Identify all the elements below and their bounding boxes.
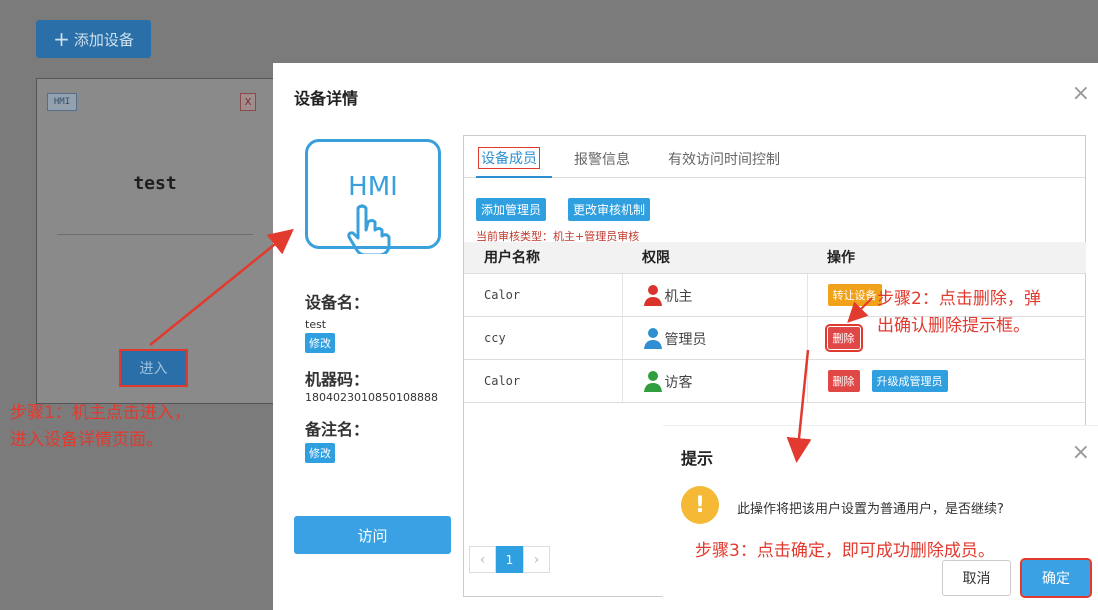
close-icon[interactable]: × [1072, 81, 1090, 106]
page-1-button[interactable]: 1 [496, 546, 523, 573]
machine-code-value: 1804023010850108888 [305, 391, 438, 404]
cancel-button[interactable]: 取消 [942, 560, 1011, 596]
step2-line1: 步骤2：点击删除，弹 [877, 289, 1041, 309]
step2-line2: 出确认删除提示框。 [877, 316, 1030, 336]
device-name-value: test [305, 318, 327, 331]
step2-annotation: 步骤2：点击删除，弹 出确认删除提示框。 [877, 286, 1091, 340]
close-icon[interactable]: × [1072, 440, 1090, 465]
next-page-button[interactable]: › [523, 546, 550, 573]
visit-button[interactable]: 访问 [294, 516, 451, 554]
machine-code-label: 机器码： [305, 370, 370, 389]
permission-cell: 管理员 [622, 316, 808, 360]
edit-remark-button[interactable]: 修改 [305, 443, 335, 463]
active-tab-indicator [476, 176, 552, 178]
header-operation: 操作 [807, 242, 1086, 274]
add-device-label: 添加设备 [73, 30, 134, 49]
step1-annotation: 步骤1：机主点击进入， 进入设备详情页面。 [10, 400, 191, 454]
username-cell: Calor [464, 273, 623, 317]
hmi-tag: HMI [47, 93, 77, 111]
permission-cell: 机主 [622, 273, 808, 317]
user-icon [643, 370, 662, 392]
pagination: ‹ 1 › [469, 546, 550, 573]
confirm-dialog: 提示 × ! 此操作将把该用户设置为普通用户，是否继续? 步骤3：点击确定，即可… [663, 425, 1098, 610]
remark-label: 备注名： [305, 420, 370, 439]
header-username: 用户名称 [464, 242, 622, 274]
username-cell: ccy [464, 316, 623, 360]
tab-access-time-control[interactable]: 有效访问时间控制 [668, 149, 780, 169]
delete-member-button[interactable]: 删除 [827, 369, 860, 392]
hmi-logo: HMI [305, 139, 441, 254]
confirm-button[interactable]: 确定 [1020, 558, 1092, 598]
hmi-logo-text: HMI [348, 172, 398, 202]
warning-icon: ! [681, 486, 719, 524]
add-device-button[interactable]: + 添加设备 [36, 20, 151, 58]
user-icon [643, 284, 662, 306]
device-card: HMI X test 进入 [36, 78, 274, 404]
dialog-title: 设备详情 [294, 89, 359, 108]
card-device-name: test [133, 173, 177, 194]
table-header-row: 用户名称 权限 操作 [464, 242, 1086, 274]
hand-pointer-icon [347, 204, 391, 254]
enter-button[interactable]: 进入 [119, 349, 188, 387]
username-cell: Calor [464, 359, 623, 403]
role-label: 机主 [664, 288, 693, 305]
plus-icon: + [53, 27, 70, 51]
add-admin-button[interactable]: 添加管理员 [476, 198, 547, 221]
upgrade-admin-button[interactable]: 升级成管理员 [871, 369, 948, 392]
header-permission: 权限 [622, 242, 807, 274]
operation-cell: 删除 升级成管理员 [807, 359, 1086, 403]
card-delete-button[interactable]: X [240, 93, 256, 111]
edit-name-button[interactable]: 修改 [305, 333, 335, 353]
step3-annotation: 步骤3：点击确定，即可成功删除成员。 [695, 541, 995, 561]
tab-device-members[interactable]: 设备成员 [478, 147, 540, 169]
transfer-device-button[interactable]: 转让设备 [827, 283, 882, 306]
role-label: 访客 [664, 374, 693, 391]
tab-alarm-info[interactable]: 报警信息 [574, 149, 630, 169]
step1-line2: 进入设备详情页面。 [10, 430, 163, 450]
card-divider [57, 234, 253, 235]
delete-member-button[interactable]: 删除 [824, 323, 863, 352]
device-name-label: 设备名： [305, 293, 370, 312]
prev-page-button[interactable]: ‹ [469, 546, 496, 573]
confirm-title: 提示 [681, 449, 714, 468]
role-label: 管理员 [664, 331, 707, 348]
permission-cell: 访客 [622, 359, 808, 403]
change-audit-button[interactable]: 更改审核机制 [568, 198, 651, 221]
table-row: Calor 访客 删除 升级成管理员 [464, 359, 1086, 403]
user-icon [643, 327, 662, 349]
confirm-message: 此操作将把该用户设置为普通用户，是否继续? [737, 502, 1004, 517]
tab-bar: 设备成员 报警信息 有效访问时间控制 [464, 136, 1085, 178]
step1-line1: 步骤1：机主点击进入， [10, 403, 191, 423]
